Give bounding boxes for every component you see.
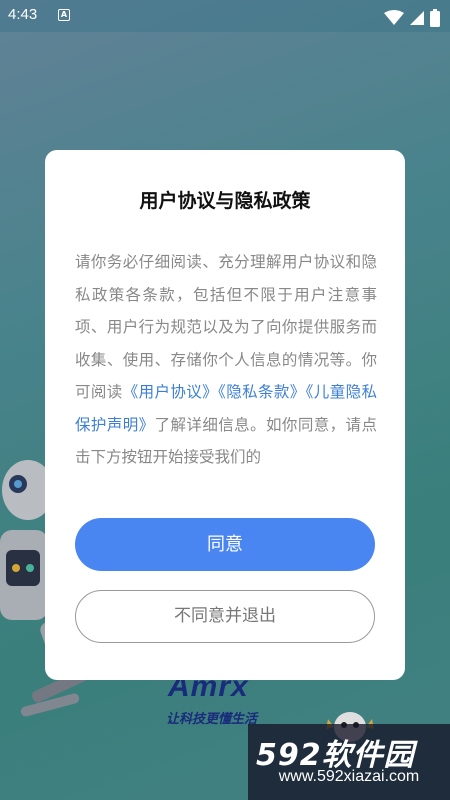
watermark-url: www.592xiazai.com — [278, 768, 420, 785]
dialog-body-intro: 请你务必仔细阅读、充分理解用户协议和隐私政策各条款，包括但不限于用户注意事项、用… — [75, 253, 377, 401]
privacy-terms-link[interactable]: 《隐私条款》 — [218, 383, 306, 401]
disagree-exit-button[interactable]: 不同意并退出 — [75, 590, 375, 643]
dialog-body: 请你务必仔细阅读、充分理解用户协议和隐私政策各条款，包括但不限于用户注意事项、用… — [75, 246, 377, 468]
wifi-icon — [383, 9, 404, 25]
status-bar: 4:43 A — [0, 0, 450, 32]
privacy-dialog: 用户协议与隐私政策 请你务必仔细阅读、充分理解用户协议和隐私政策各条款，包括但不… — [45, 150, 405, 680]
notification-icon: A — [58, 9, 70, 21]
battery-icon — [430, 8, 440, 27]
user-agreement-link[interactable]: 《用户协议》 — [123, 383, 218, 401]
watermark: 592软件园 www.592xiazai.com — [248, 724, 450, 800]
signal-icon — [409, 10, 424, 25]
dialog-title: 用户协议与隐私政策 — [139, 190, 311, 212]
status-icons — [383, 7, 440, 27]
agree-button[interactable]: 同意 — [75, 518, 375, 571]
status-time: 4:43 — [8, 6, 38, 23]
